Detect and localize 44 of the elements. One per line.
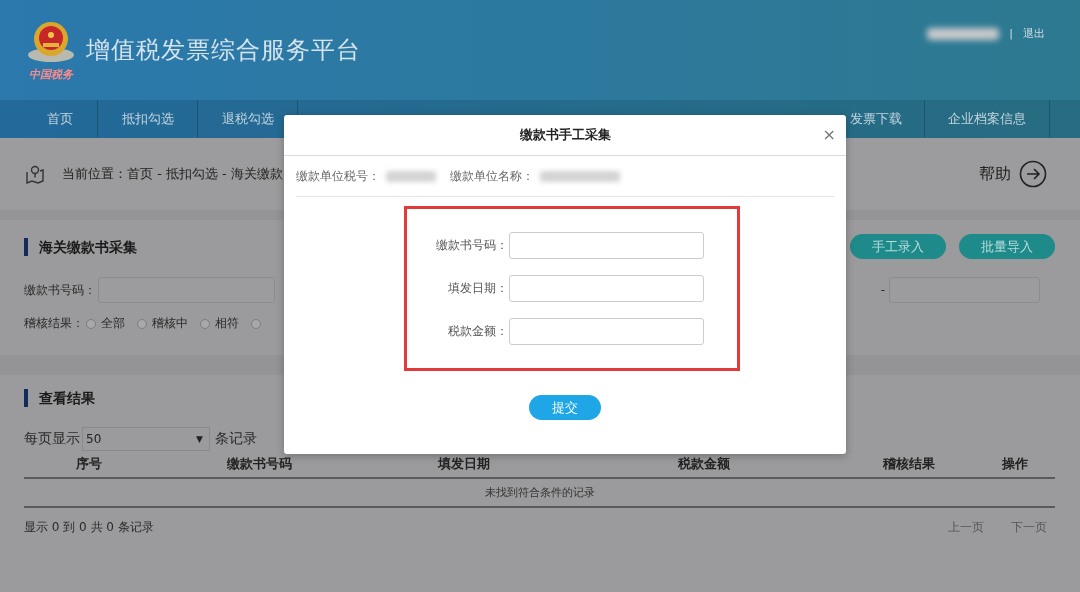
column-header: 税款金额: [677, 455, 731, 473]
dialog-title: 缴款书手工采集: [519, 126, 611, 144]
map-pin-icon: [24, 164, 46, 184]
input-field[interactable]: [509, 275, 704, 302]
column-header: 序号: [75, 455, 103, 473]
help-link[interactable]: 帮助: [979, 160, 1047, 188]
radio-button[interactable]: [251, 318, 261, 329]
radio-button[interactable]: [137, 318, 147, 329]
separator: |: [1009, 27, 1013, 40]
breadcrumb: 当前位置：首页 - 抵扣勾选 - 海关缴款: [62, 165, 283, 183]
radio-label: 相符: [215, 315, 239, 332]
column-header: 稽核结果: [882, 455, 936, 473]
caret-icon: ▼: [196, 434, 203, 444]
field-label: 填发日期：: [447, 280, 508, 297]
per-page-suffix: 条记录: [215, 430, 257, 448]
empty-message: 未找到符合条件的记录: [24, 479, 1055, 508]
submit-button[interactable]: 提交: [529, 395, 601, 420]
info-label: 缴款单位税号：: [296, 167, 380, 185]
action-button[interactable]: 批量导入: [959, 234, 1055, 259]
per-page-select[interactable]: 50 ▼: [82, 427, 210, 451]
field-label: 税款金额：: [447, 323, 508, 340]
radio-label: 全部: [101, 315, 125, 332]
range-dash: -: [880, 283, 885, 297]
field-label: 缴款书号码：: [435, 237, 508, 254]
column-header: 操作: [1000, 455, 1029, 473]
input-field[interactable]: [509, 318, 704, 345]
per-page-label: 每页显示: [24, 430, 80, 448]
info-label: 缴款单位名称：: [450, 167, 534, 185]
record-summary: 显示 0 到 0 共 0 条记录: [24, 519, 154, 536]
action-button[interactable]: 手工录入: [850, 234, 946, 259]
platform-title: 增值税发票综合服务平台: [86, 35, 361, 66]
logout-link[interactable]: 退出: [1023, 26, 1045, 41]
input-field[interactable]: [509, 232, 704, 259]
field-label: 稽核结果：: [24, 315, 84, 332]
redacted-value: [386, 170, 436, 182]
column-header: 填发日期: [436, 455, 491, 473]
field-label: 缴款书号码：: [24, 281, 96, 299]
section-title: 查看结果: [24, 389, 95, 407]
logo-caption: 中国税务: [29, 66, 73, 82]
radio-button[interactable]: [200, 318, 210, 329]
radio-label: 稽核中: [152, 315, 188, 332]
column-header: 缴款书号码: [225, 455, 293, 473]
radio-button[interactable]: [86, 318, 96, 329]
section-title: 海关缴款书采集: [24, 237, 137, 256]
